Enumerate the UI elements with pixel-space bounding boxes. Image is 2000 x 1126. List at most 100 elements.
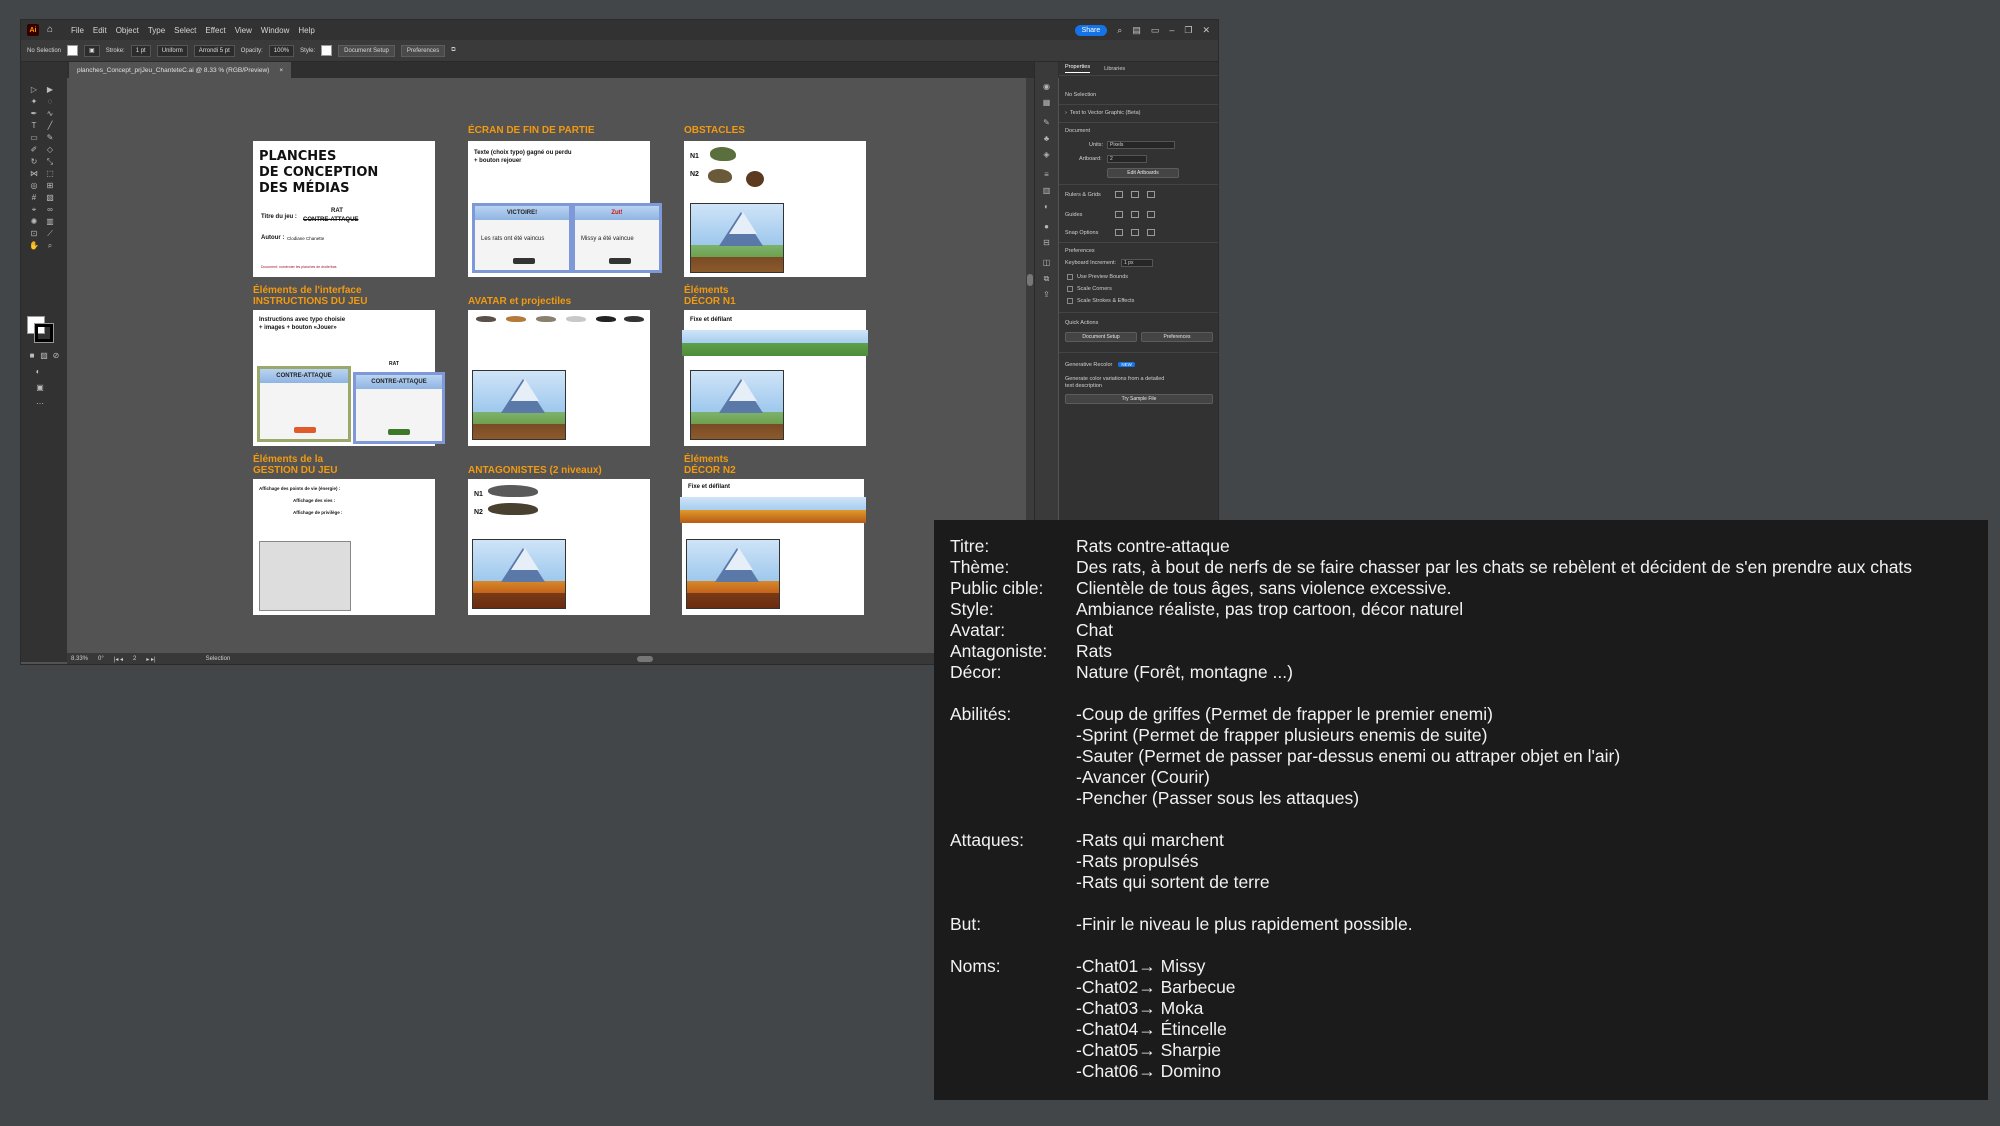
share-button[interactable]: Share [1074,24,1108,36]
close-tab-icon[interactable]: × [279,67,283,74]
smart-guides-icon[interactable] [1147,211,1155,218]
lasso-icon[interactable]: ◌ [45,98,55,106]
menu-effect[interactable]: Effect [205,26,225,35]
edit-artboards-button[interactable]: Edit Artboards [1107,168,1179,178]
snap-glyph-icon[interactable] [1147,229,1155,236]
transparency-grid-icon[interactable] [1147,191,1155,198]
artboard-number[interactable]: 2 [133,656,136,662]
graphic-styles-icon[interactable]: ◈ [1041,150,1052,159]
rotate-tool-icon[interactable]: ↻ [29,158,39,166]
hand-tool-icon[interactable]: ✋ [29,242,39,250]
artboard-game-management[interactable]: Affichage des points de vie (énergie) : … [253,479,435,615]
horizontal-scroll-thumb[interactable] [637,656,653,662]
document-setup-button[interactable]: Document Setup [338,44,395,57]
panels-icon[interactable]: ▭ [1151,25,1160,36]
fill-swatch[interactable] [67,45,79,56]
use-preview-bounds-checkbox[interactable] [1067,274,1073,280]
mesh-tool-icon[interactable]: # [29,194,39,202]
artboard-avatar[interactable] [468,310,650,446]
stroke-weight-field[interactable]: 1 pt [130,44,151,57]
maximize-icon[interactable]: ❐ [1184,25,1192,36]
scale-tool-icon[interactable]: ⤡ [45,158,55,166]
swatches-panel-icon[interactable]: ▦ [1041,98,1052,107]
artboard-instructions[interactable]: Instructions avec typo choisie + images … [253,310,445,446]
type-tool-icon[interactable]: T [29,122,39,130]
rotation-field[interactable]: 0° [98,656,104,662]
snap-point-icon[interactable] [1115,229,1123,236]
menu-file[interactable]: File [71,26,84,35]
menu-window[interactable]: Window [261,26,289,35]
eyedropper-icon[interactable]: ⌖ [29,206,39,214]
width-tool-icon[interactable]: ⋈ [29,170,39,178]
scale-corners-checkbox[interactable] [1067,286,1073,292]
artboard-title-page[interactable]: PLANCHES DE CONCEPTION DES MÉDIAS Titre … [253,141,435,277]
scale-strokes-checkbox[interactable] [1067,298,1073,304]
perspective-grid-icon[interactable]: ⊞ [45,182,55,190]
text-to-vector-row[interactable]: › Text to Vector Graphic (Beta) [1065,110,1141,116]
menu-view[interactable]: View [235,26,252,35]
tab-libraries[interactable]: Libraries [1104,66,1125,72]
search-icon[interactable]: ⌕ [1117,25,1122,36]
transparency-panel-icon[interactable]: ◐ [1041,202,1052,211]
artboards-panel-icon[interactable]: ⧉ [1041,274,1052,283]
color-panel-icon[interactable]: ◉ [1041,82,1052,91]
free-transform-icon[interactable]: ⬚ [45,170,55,178]
curvature-tool-icon[interactable]: ∿ [45,110,55,118]
rectangle-tool-icon[interactable]: ▭ [29,134,39,142]
gradient-tool-icon[interactable]: ▧ [45,194,55,202]
stroke-swatch[interactable]: ▣ [84,44,100,57]
blend-tool-icon[interactable]: ∞ [45,206,55,214]
units-select[interactable]: Pixels [1107,141,1175,149]
grid-icon[interactable] [1131,191,1139,198]
pen-tool-icon[interactable]: ✒ [29,110,39,118]
zoom-tool-icon[interactable]: ⌕ [45,242,55,250]
menu-type[interactable]: Type [148,26,165,35]
document-tab[interactable]: planches_Concept_prjJeu_ChanteteC.ai @ 8… [69,62,292,78]
snap-pixel-icon[interactable] [1131,229,1139,236]
screen-mode-icon[interactable]: ▣ [35,384,45,392]
qa-document-setup-button[interactable]: Document Setup [1065,332,1137,342]
keyboard-increment-field[interactable]: 1 px [1121,259,1153,267]
none-mode-icon[interactable]: ⊘ [51,352,61,360]
gradient-mode-icon[interactable]: ▨ [39,352,49,360]
color-mode-icon[interactable]: ■ [27,352,37,360]
layers-panel-icon[interactable]: ◫ [1041,258,1052,267]
symbols-panel-icon[interactable]: ♣ [1041,134,1052,143]
preferences-button[interactable]: Preferences [400,44,446,57]
artboard-end-screen[interactable]: Texte (choix typo) gagné ou perdu + bout… [468,141,662,277]
brushes-panel-icon[interactable]: ✎ [1041,118,1052,127]
menu-help[interactable]: Help [298,26,314,35]
ruler-icon[interactable] [1115,191,1123,198]
shaper-tool-icon[interactable]: ✐ [29,146,39,154]
selection-tool-icon[interactable]: ▷ [29,86,39,94]
more-tools-icon[interactable]: ⋯ [35,400,45,408]
style-swatch[interactable] [321,45,333,56]
direct-selection-tool-icon[interactable]: ▶ [45,86,55,94]
canvas-area[interactable]: PLANCHES DE CONCEPTION DES MÉDIAS Titre … [67,78,1031,653]
eraser-icon[interactable]: ◇ [45,146,55,154]
stroke-panel-icon[interactable]: ≡ [1041,170,1052,179]
graph-tool-icon[interactable]: ▥ [45,218,55,226]
appearance-panel-icon[interactable]: ● [1041,222,1052,231]
artboard-nav[interactable]: |◂ ◂ [114,656,123,663]
gradient-panel-icon[interactable]: ▥ [1041,186,1052,195]
qa-preferences-button[interactable]: Preferences [1141,332,1213,342]
opacity-field[interactable]: 100% [268,44,295,57]
brush-select[interactable]: Arrondi 5 pt [193,44,235,57]
menu-object[interactable]: Object [116,26,139,35]
zoom-level[interactable]: 8.33% [71,656,88,662]
stroke-profile-select[interactable]: Uniform [156,44,188,57]
shape-builder-icon[interactable]: ◎ [29,182,39,190]
vertical-scroll-thumb[interactable] [1027,274,1033,286]
align-panel-icon[interactable]: ⊟ [1041,238,1052,247]
artboard-decor-n1[interactable]: Fixe et défilant [682,310,868,446]
stroke-color-box[interactable] [34,323,54,343]
slice-tool-icon[interactable]: ⟋ [45,230,55,238]
guides-lock-icon[interactable] [1131,211,1139,218]
workspace-icon[interactable]: ▤ [1132,25,1141,36]
menu-edit[interactable]: Edit [93,26,107,35]
menu-select[interactable]: Select [174,26,196,35]
artboard-tool-icon[interactable]: ⊡ [29,230,39,238]
close-icon[interactable]: ✕ [1202,25,1210,36]
magic-wand-icon[interactable]: ✦ [29,98,39,106]
